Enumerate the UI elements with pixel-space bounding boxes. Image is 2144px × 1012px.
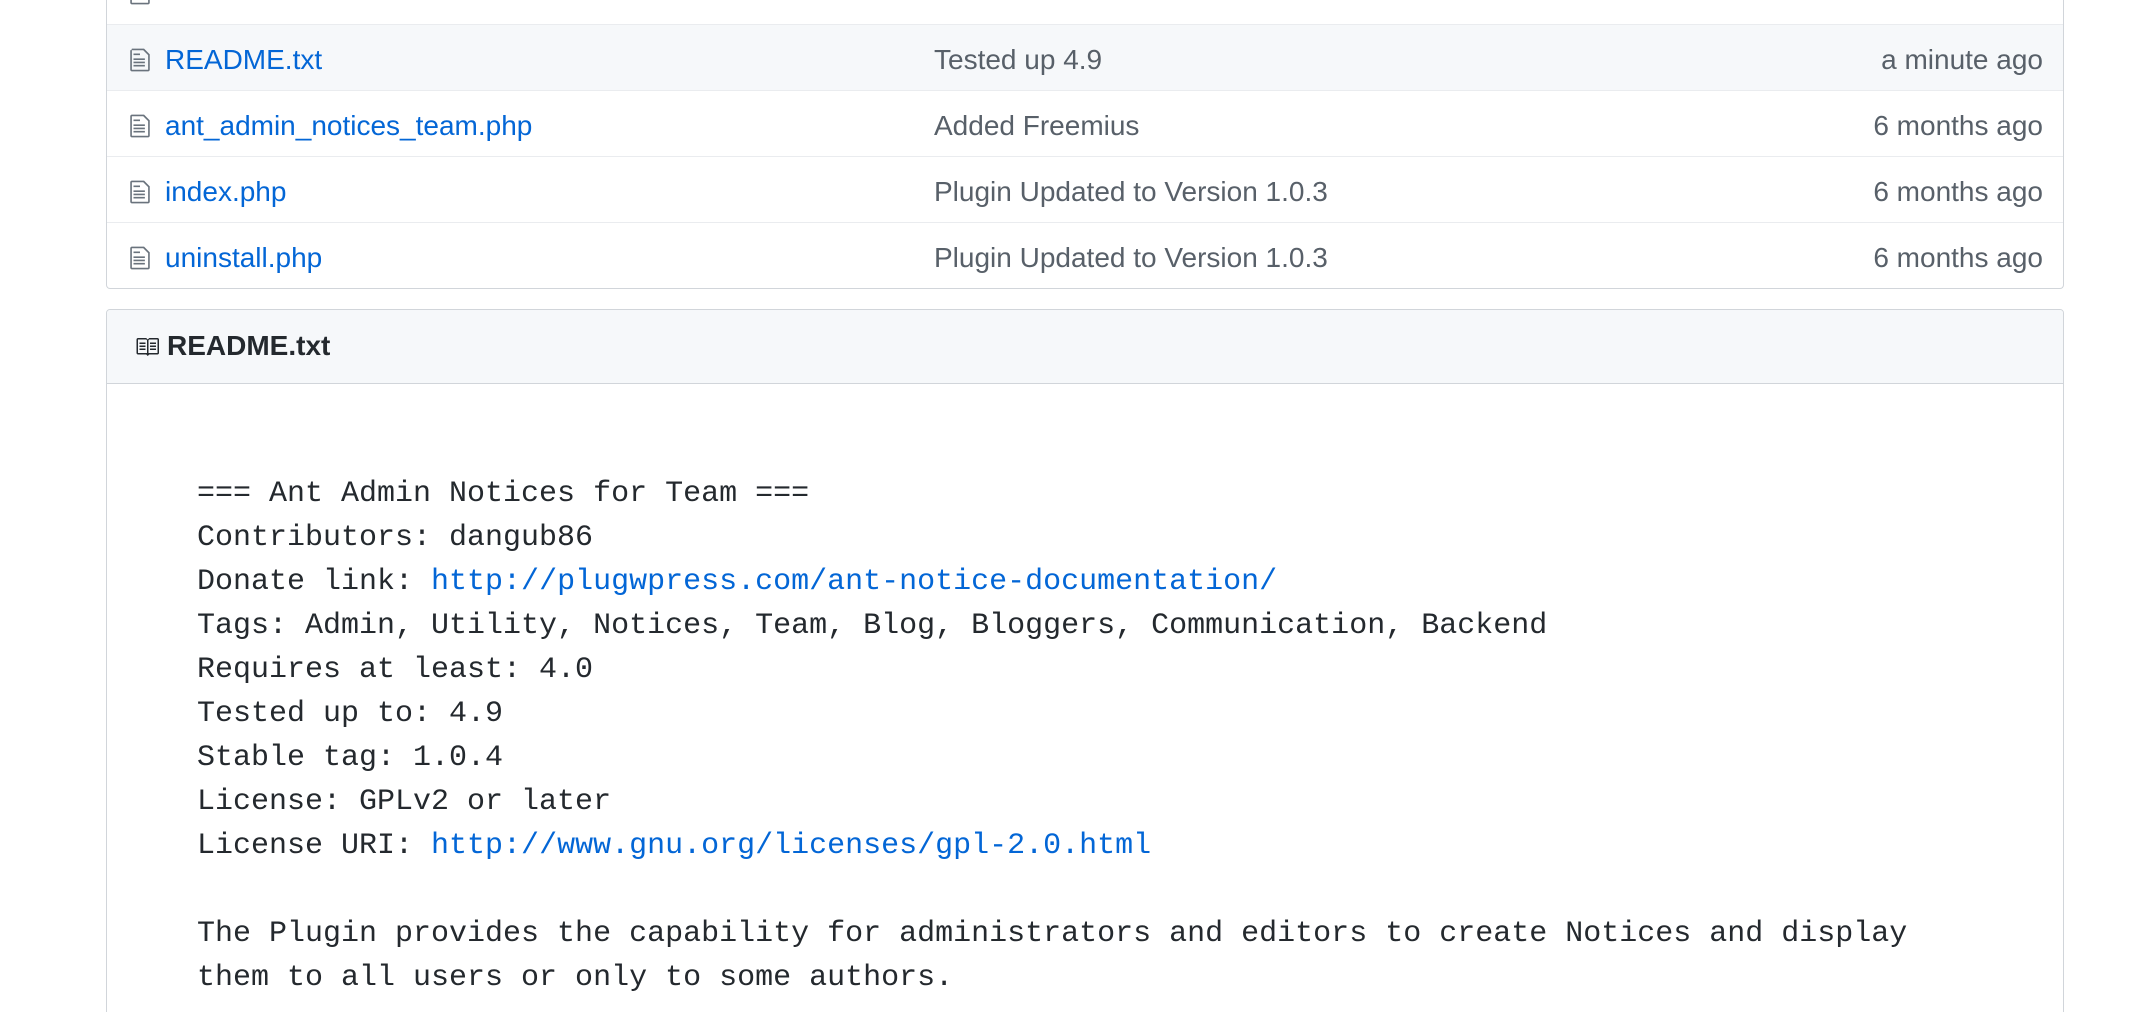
readme-contributors: Contributors: dangub86 (197, 521, 594, 555)
donate-label: Donate link: (197, 565, 432, 599)
readme-heading: === Ant Admin Notices for Team === (197, 477, 810, 511)
commit-age: 6 months ago (1873, 242, 2043, 273)
readme-description: them to all users or only to some author… (197, 961, 954, 995)
readme-description: The Plugin provides the capability for a… (197, 917, 1908, 951)
commit-age: 6 months ago (1873, 176, 2043, 207)
file-name-link[interactable]: README.txt (165, 44, 322, 76)
readme-header: README.txt (107, 310, 2063, 384)
donate-link[interactable]: http://plugwpress.com/ant-notice-documen… (431, 565, 1277, 599)
file-name-link[interactable]: ant_admin_notices_team.php (165, 110, 532, 142)
file-row[interactable] (107, 0, 2063, 24)
readme-stable-tag: Stable tag: 1.0.4 (197, 741, 504, 775)
readme-content: === Ant Admin Notices for Team === Contr… (107, 384, 2063, 1000)
readme-license-uri-line: License URI: http://www.gnu.org/licenses… (197, 824, 2063, 868)
commit-age: 6 months ago (1873, 110, 2043, 141)
file-text-icon (130, 48, 150, 72)
commit-message[interactable]: Plugin Updated to Version 1.0.3 (934, 176, 1328, 208)
readme-panel: README.txt === Ant Admin Notices for Tea… (106, 309, 2064, 1012)
readme-license: License: GPLv2 or later (197, 785, 612, 819)
file-text-icon (130, 180, 150, 204)
license-uri-label: License URI: (197, 829, 432, 863)
file-row-readme[interactable]: README.txt Tested up 4.9 a minute ago (107, 24, 2063, 90)
readme-tested: Tested up to: 4.9 (197, 697, 504, 731)
file-text-icon (130, 0, 150, 5)
readme-blank-line (197, 868, 2063, 912)
file-name-link[interactable]: uninstall.php (165, 242, 322, 274)
file-row-uninstall[interactable]: uninstall.php Plugin Updated to Version … (107, 222, 2063, 288)
commit-age: a minute ago (1881, 44, 2043, 75)
readme-title: README.txt (167, 330, 331, 361)
file-row-ant-admin-notices-team[interactable]: ant_admin_notices_team.php Added Freemiu… (107, 90, 2063, 156)
file-row-index[interactable]: index.php Plugin Updated to Version 1.0.… (107, 156, 2063, 222)
readme-requires: Requires at least: 4.0 (197, 653, 594, 687)
file-text-icon (130, 246, 150, 270)
commit-message[interactable]: Added Freemius (934, 110, 1139, 142)
file-name-link[interactable]: index.php (165, 176, 286, 208)
readme-tags: Tags: Admin, Utility, Notices, Team, Blo… (197, 609, 1548, 643)
file-text-icon (130, 114, 150, 138)
commit-message[interactable]: Tested up 4.9 (934, 44, 1102, 76)
book-icon (136, 338, 159, 356)
license-uri-link[interactable]: http://www.gnu.org/licenses/gpl-2.0.html (431, 829, 1151, 863)
readme-donate-line: Donate link: http://plugwpress.com/ant-n… (197, 560, 2063, 604)
file-list-table: README.txt Tested up 4.9 a minute ago an… (106, 0, 2064, 289)
commit-message[interactable]: Plugin Updated to Version 1.0.3 (934, 242, 1328, 274)
